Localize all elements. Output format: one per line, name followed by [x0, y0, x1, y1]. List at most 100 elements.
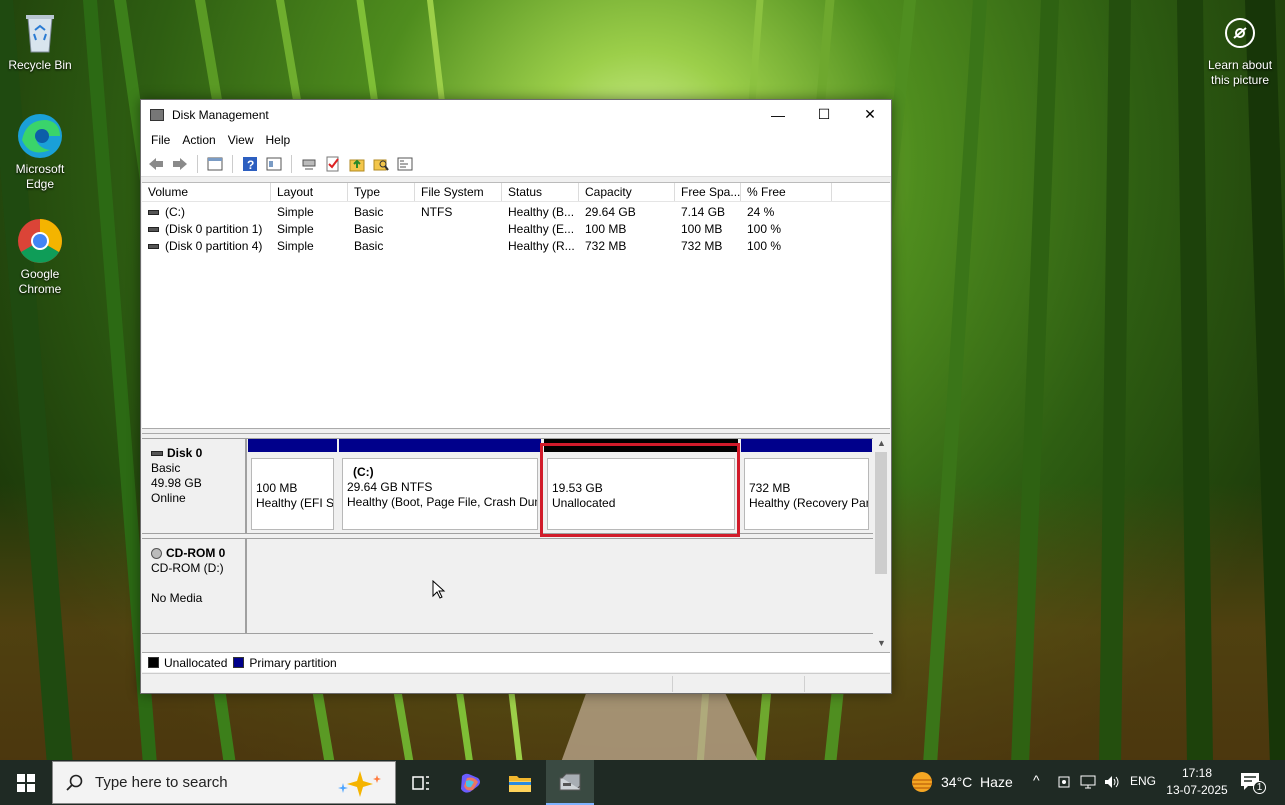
disk-0-label[interactable]: Disk 0 Basic 49.98 GB Online: [142, 438, 246, 534]
recycle-bin-icon: [16, 8, 64, 56]
help-icon[interactable]: ?: [239, 153, 261, 175]
legend-swatch-unallocated: [148, 657, 159, 668]
back-icon[interactable]: [145, 153, 167, 175]
weather-text[interactable]: 34°C Haze: [941, 774, 1013, 790]
clock[interactable]: 17:18 13-07-2025: [1162, 765, 1232, 799]
cell-volume: (Disk 0 partition 4): [142, 238, 271, 255]
cell-percent-free: 24 %: [747, 205, 775, 219]
desktop-icon-recycle-bin[interactable]: Recycle Bin: [2, 8, 78, 73]
copilot-button[interactable]: [446, 760, 494, 805]
cell-capacity: 29.64 GB: [585, 205, 636, 219]
column-file-system[interactable]: File System: [415, 183, 502, 201]
menu-help[interactable]: Help: [260, 133, 297, 147]
clock-time: 17:18: [1181, 766, 1213, 780]
toolbar-separator: [197, 154, 198, 173]
disk-management-taskbar-button[interactable]: [546, 760, 594, 805]
status-cell: [804, 676, 805, 692]
console-icon[interactable]: [394, 153, 416, 175]
scroll-down-icon[interactable]: ▼: [877, 638, 886, 648]
cdrom-0-label[interactable]: CD-ROM 0 CD-ROM (D:) No Media: [142, 538, 246, 634]
copilot-icon: [461, 773, 480, 793]
table-row[interactable]: (Disk 0 partition 4) Simple Basic Health…: [142, 238, 890, 255]
desktop-icon-label: Recycle Bin: [8, 58, 72, 72]
legend-label-unallocated: Unallocated: [164, 655, 228, 670]
properties-icon[interactable]: [263, 153, 285, 175]
cell-percent-free: 100 %: [747, 239, 782, 253]
legend: Unallocated Primary partition: [142, 652, 890, 672]
folder-up-icon[interactable]: [346, 153, 368, 175]
start-button[interactable]: [0, 760, 52, 805]
selection-highlight: [540, 443, 740, 537]
table-row[interactable]: (Disk 0 partition 1) Simple Basic Health…: [142, 221, 890, 238]
legend-label-primary: Primary partition: [249, 655, 337, 670]
clock-date: 13-07-2025: [1166, 783, 1228, 797]
forward-icon[interactable]: [169, 153, 191, 175]
cell-capacity: 732 MB: [585, 239, 627, 253]
cell-type: Basic: [354, 239, 384, 253]
pane-splitter[interactable]: [142, 428, 890, 434]
language-indicator[interactable]: ENG: [1130, 774, 1156, 788]
windows-icon: [17, 773, 35, 792]
toolbar: ?: [141, 151, 891, 177]
maximize-button[interactable]: ☐: [801, 100, 847, 129]
chrome-icon: [16, 217, 64, 265]
desktop-icon-chrome[interactable]: Google Chrome: [2, 217, 78, 297]
menu-bar: File Action View Help: [141, 129, 891, 151]
cell-volume: (C:): [142, 204, 271, 221]
partition-efi[interactable]: 100 MB Healthy (EFI Sy: [248, 439, 337, 533]
cell-layout: Simple: [277, 205, 314, 219]
menu-action[interactable]: Action: [176, 133, 221, 147]
notification-button[interactable]: 1: [1240, 772, 1266, 794]
vertical-scrollbar[interactable]: ▲ ▼: [873, 436, 889, 650]
cell-status: Healthy (E...: [508, 222, 575, 236]
partition-recovery[interactable]: 732 MB Healthy (Recovery Par: [741, 439, 872, 533]
scroll-up-icon[interactable]: ▲: [877, 438, 886, 448]
partition-bar: [248, 439, 337, 452]
partition-c[interactable]: (C:) 29.64 GB NTFS Healthy (Boot, Page F…: [339, 439, 541, 533]
learn-label: Learn about this picture: [1207, 58, 1273, 87]
disk-icon: [151, 451, 163, 457]
drive-icon: [148, 210, 159, 216]
column-capacity[interactable]: Capacity: [579, 183, 675, 201]
status-cell: [672, 676, 673, 692]
column-type[interactable]: Type: [348, 183, 415, 201]
partition-box: 100 MB Healthy (EFI Sy: [251, 458, 334, 530]
checklist-icon[interactable]: [322, 153, 344, 175]
close-button[interactable]: ✕: [847, 100, 893, 129]
show-hide-console-tree-icon[interactable]: [204, 153, 226, 175]
task-view-button[interactable]: [398, 760, 444, 805]
taskbar-search[interactable]: Type here to search: [52, 761, 396, 804]
cell-status: Healthy (R...: [508, 239, 575, 253]
menu-file[interactable]: File: [145, 133, 176, 147]
folder-icon: [509, 775, 531, 792]
table-row[interactable]: (C:) Simple Basic NTFS Healthy (B... 29.…: [142, 204, 890, 221]
menu-view[interactable]: View: [222, 133, 260, 147]
disk-graphical-view: Disk 0 Basic 49.98 GB Online 100 MB Heal…: [142, 436, 890, 650]
column-layout[interactable]: Layout: [271, 183, 348, 201]
search-folder-icon[interactable]: [370, 153, 392, 175]
volume-list[interactable]: Volume Layout Type File System Status Ca…: [142, 182, 890, 428]
partition-title: (C:): [353, 465, 374, 479]
cell-file-system: [415, 221, 502, 238]
title-bar[interactable]: Disk Management — ☐ ✕: [141, 100, 891, 129]
desktop-icon-edge[interactable]: Microsoft Edge: [2, 112, 78, 192]
column-volume[interactable]: Volume: [142, 183, 271, 201]
show-hidden-icons-chevron-up-icon[interactable]: ^: [1033, 772, 1040, 788]
cell-type: Basic: [354, 205, 384, 219]
window-title: Disk Management: [172, 107, 269, 122]
column-percent-free[interactable]: % Free: [741, 183, 832, 201]
column-status[interactable]: Status: [502, 183, 579, 201]
disk-size: 49.98 GB: [151, 476, 202, 490]
connect-icon[interactable]: [298, 153, 320, 175]
scroll-thumb[interactable]: [875, 452, 887, 574]
minimize-button[interactable]: —: [755, 100, 801, 129]
drive-icon: [148, 227, 159, 233]
file-explorer-button[interactable]: [496, 760, 544, 805]
learn-about-picture[interactable]: Learn about this picture: [1201, 16, 1279, 88]
cdrom-type: CD-ROM (D:): [151, 561, 224, 575]
partition-size: 100 MB: [256, 481, 298, 495]
column-free-space[interactable]: Free Spa...: [675, 183, 741, 201]
partition-status: Healthy (Recovery Par: [749, 496, 869, 510]
task-view-icon: [412, 775, 429, 790]
cell-file-system: [415, 238, 502, 255]
